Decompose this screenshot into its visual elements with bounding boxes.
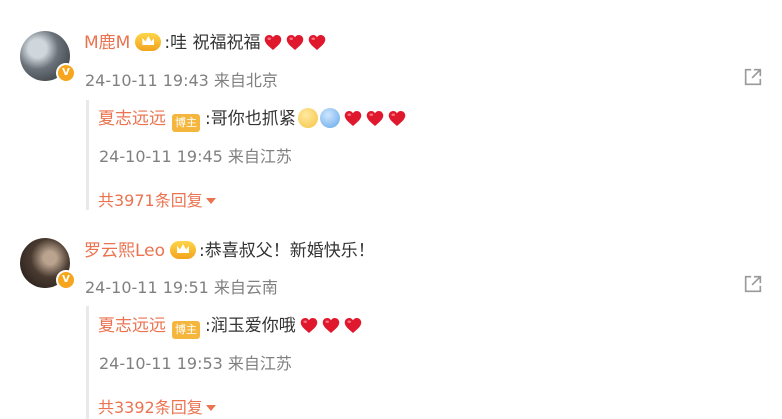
reply-author[interactable]: 夏志远远 [98,316,166,336]
comment-text: :恭喜叔父！新婚快乐！ [199,241,375,261]
crown-icon [170,241,197,259]
comment-item: V 罗云熙Leo:恭喜叔父！新婚快乐！ 24-10-11 19:51 来自云南 … [0,0,782,419]
reply-location: 来自江苏 [227,354,292,373]
reply-text: :润玉爱你哦 [205,316,296,336]
share-icon[interactable] [742,273,764,295]
blogger-badge: 博主 [172,321,200,339]
vip-v-icon: V [56,270,76,290]
reply-divider [86,306,89,419]
replies-count: 共3392条回复 [98,398,203,417]
comment-location: 来自云南 [213,278,278,297]
comment-time: 24-10-11 19:51 [85,278,209,297]
heart-icon [300,317,318,334]
reply-time: 24-10-11 19:53 [99,354,223,373]
more-replies-link[interactable]: 共3392条回复 [98,394,216,418]
heart-icon [322,317,340,334]
comment-author[interactable]: 罗云熙Leo [84,241,165,261]
heart-icon [344,317,362,334]
caret-down-icon [205,405,216,411]
